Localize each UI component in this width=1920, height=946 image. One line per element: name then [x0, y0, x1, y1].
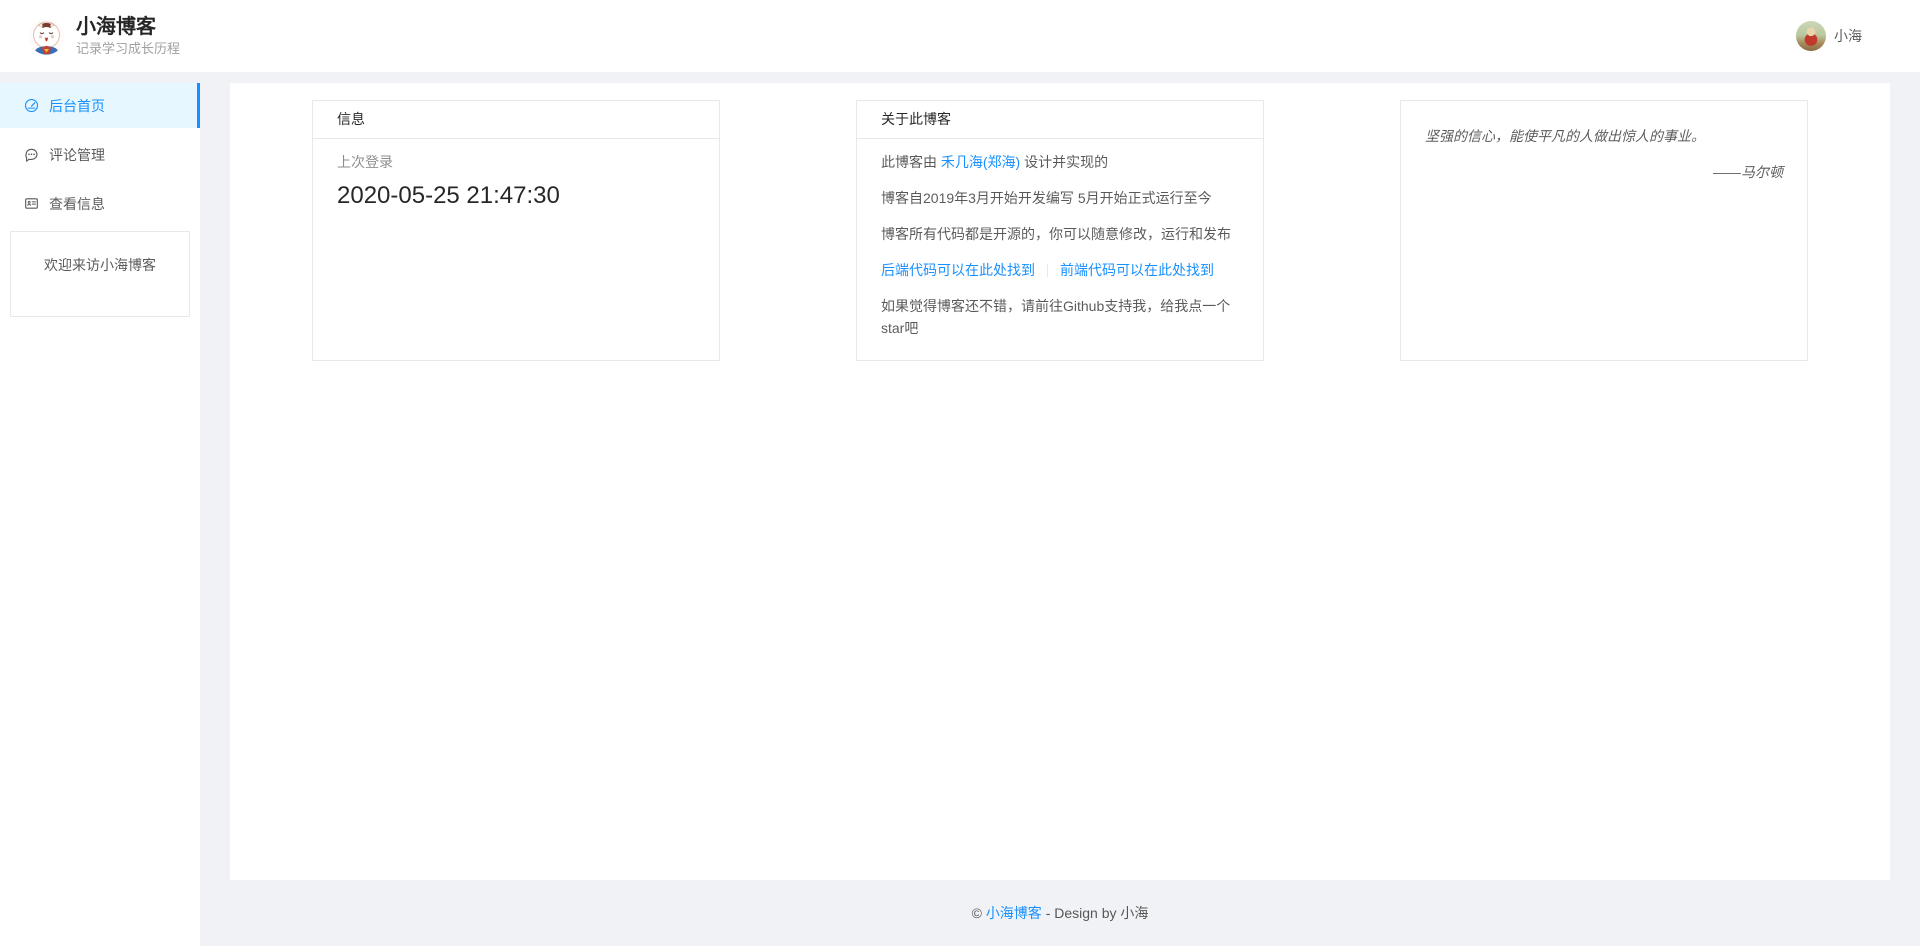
sidebar-item-label: 后台首页	[49, 96, 105, 116]
info-card-body: 上次登录 2020-05-25 21:47:30	[313, 139, 719, 228]
main-panel: 信息 上次登录 2020-05-25 21:47:30 关于此博客 此博客由 禾…	[230, 83, 1890, 880]
sidebar-item-label: 查看信息	[49, 194, 105, 214]
user-avatar	[1796, 21, 1826, 51]
quote-author: ——马尔顿	[1425, 161, 1783, 183]
brand-text: 小海博客 记录学习成长历程	[76, 15, 180, 57]
last-login-label: 上次登录	[337, 151, 695, 173]
sidebar-item-dashboard[interactable]: 后台首页	[0, 83, 200, 128]
content-column: 信息 上次登录 2020-05-25 21:47:30 关于此博客 此博客由 禾…	[230, 83, 1890, 946]
blog-logo-icon	[28, 18, 65, 55]
site-subtitle: 记录学习成长历程	[76, 40, 180, 57]
footer-middle-text: - Design by	[1042, 905, 1121, 921]
last-login-value: 2020-05-25 21:47:30	[337, 180, 695, 212]
vertical-divider	[1047, 264, 1048, 277]
author-link[interactable]: 禾几海(郑海)	[941, 154, 1020, 170]
about-line-links: 后端代码可以在此处找到 前端代码可以在此处找到	[881, 259, 1239, 281]
user-name: 小海	[1834, 26, 1862, 46]
welcome-text: 欢迎来访小海博客	[44, 257, 156, 273]
brand-logo-block[interactable]: 小海博客 记录学习成长历程	[28, 15, 180, 57]
sidebar-welcome-card: 欢迎来访小海博客	[10, 231, 190, 317]
footer-site-link[interactable]: 小海博客	[986, 903, 1042, 923]
about-line1-post: 设计并实现的	[1020, 154, 1108, 170]
quote-text: 坚强的信心，能使平凡的人做出惊人的事业。	[1425, 125, 1783, 147]
about-line-github: 如果觉得博客还不错，请前往Github支持我，给我点一个star吧	[881, 295, 1239, 339]
quote-card: 坚强的信心，能使平凡的人做出惊人的事业。 ——马尔顿	[1400, 100, 1808, 361]
idcard-icon	[24, 196, 39, 211]
user-menu[interactable]: 小海	[1796, 21, 1862, 51]
about-card-body: 此博客由 禾几海(郑海) 设计并实现的 博客自2019年3月开始开发编写 5月开…	[857, 139, 1263, 355]
frontend-code-link[interactable]: 前端代码可以在此处找到	[1060, 262, 1214, 278]
sidebar-item-view-info[interactable]: 查看信息	[0, 181, 200, 226]
about-line-history: 博客自2019年3月开始开发编写 5月开始正式运行至今	[881, 187, 1239, 209]
backend-code-link[interactable]: 后端代码可以在此处找到	[881, 262, 1035, 278]
sidebar: 后台首页 评论管理	[0, 83, 200, 946]
page-footer: © 小海博客 - Design by 小海	[230, 880, 1890, 946]
footer-author: 小海	[1120, 903, 1148, 923]
site-title: 小海博客	[76, 15, 180, 39]
copyright-symbol: ©	[972, 905, 986, 921]
about-line-opensource: 博客所有代码都是开源的，你可以随意修改，运行和发布	[881, 223, 1239, 245]
about-card: 关于此博客 此博客由 禾几海(郑海) 设计并实现的 博客自2019年3月开始开发…	[856, 100, 1264, 361]
top-header: 小海博客 记录学习成长历程 小海	[0, 0, 1920, 73]
about-card-title: 关于此博客	[857, 101, 1263, 139]
quote-card-body: 坚强的信心，能使平凡的人做出惊人的事业。 ——马尔顿	[1401, 101, 1807, 207]
dashboard-icon	[24, 98, 39, 113]
about-line1-pre: 此博客由	[881, 154, 941, 170]
comment-icon	[24, 147, 39, 162]
info-card-title: 信息	[313, 101, 719, 139]
layout: 后台首页 评论管理	[0, 83, 1920, 946]
sidebar-item-comments[interactable]: 评论管理	[0, 132, 200, 177]
about-line-author: 此博客由 禾几海(郑海) 设计并实现的	[881, 151, 1239, 173]
sidebar-item-label: 评论管理	[49, 145, 105, 165]
admin-app: 小海博客 记录学习成长历程 小海 后台首页	[0, 0, 1920, 946]
info-card: 信息 上次登录 2020-05-25 21:47:30	[312, 100, 720, 361]
